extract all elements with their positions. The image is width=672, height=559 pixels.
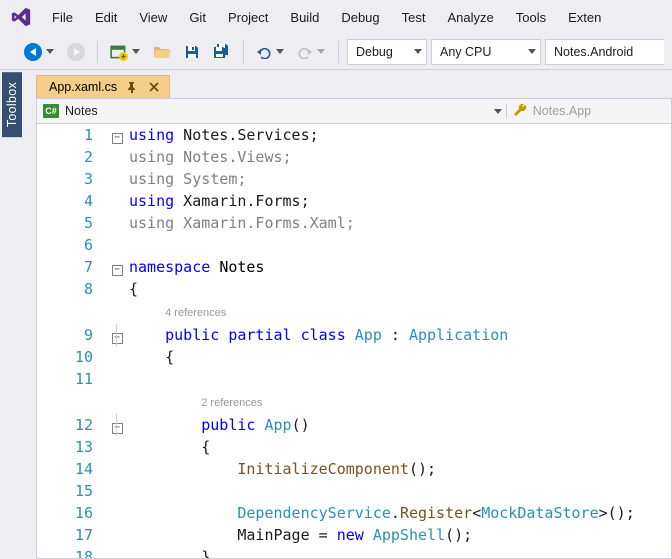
fold-gutter[interactable]: − [109, 124, 125, 146]
code-line[interactable]: DependencyService.Register<MockDataStore… [125, 502, 671, 524]
save-all-button[interactable] [209, 39, 235, 65]
code-line[interactable]: using Notes.Services; [125, 124, 671, 146]
platform-dropdown[interactable]: Any CPU [431, 39, 541, 65]
toolbar-separator [243, 41, 244, 63]
document-tab-strip: App.xaml.cs [36, 72, 672, 98]
menu-bar: FileEditViewGitProjectBuildDebugTestAnal… [0, 0, 672, 34]
code-line[interactable]: public App() [125, 414, 671, 436]
close-icon[interactable] [147, 80, 161, 94]
nav-member-dropdown[interactable]: Notes.App [507, 103, 671, 120]
csharp-badge-icon: C# [43, 104, 59, 118]
fold-toggle-icon[interactable]: − [112, 265, 123, 276]
code-line[interactable]: { [125, 278, 671, 300]
save-button[interactable] [179, 39, 205, 65]
code-line[interactable]: using Notes.Views; [125, 146, 671, 168]
toolbar-separator [97, 41, 98, 63]
fold-toggle-icon[interactable]: − [112, 333, 123, 344]
line-number: 17 [37, 524, 109, 546]
line-number: 5 [37, 212, 109, 234]
line-number: 4 [37, 190, 109, 212]
tab-filename: App.xaml.cs [49, 80, 117, 94]
line-number: 3 [37, 168, 109, 190]
line-number: 11 [37, 368, 109, 390]
line-number: 6 [37, 234, 109, 256]
line-number: 10 [37, 346, 109, 368]
menu-item-test[interactable]: Test [392, 6, 436, 29]
code-line[interactable]: 4 references [125, 300, 671, 324]
vs-logo-icon [8, 4, 34, 30]
menu-item-build[interactable]: Build [280, 6, 329, 29]
line-number: 7 [37, 256, 109, 278]
nav-scope-dropdown[interactable]: C# Notes [37, 104, 507, 118]
toolbar: Debug Any CPU Notes.Android [0, 34, 672, 70]
menu-item-exten[interactable]: Exten [558, 6, 611, 29]
pin-icon[interactable] [125, 80, 139, 94]
code-line[interactable]: 2 references [125, 390, 671, 414]
line-number: 12 [37, 414, 109, 436]
code-line[interactable]: using System; [125, 168, 671, 190]
line-number: 18 [37, 546, 109, 559]
menu-item-git[interactable]: Git [179, 6, 216, 29]
line-number: 13 [37, 436, 109, 458]
line-number: 8 [37, 278, 109, 300]
code-editor[interactable]: 1−using Notes.Services;2using Notes.View… [36, 124, 672, 559]
line-number: 2 [37, 146, 109, 168]
configuration-dropdown[interactable]: Debug [347, 39, 427, 65]
code-line[interactable]: InitializeComponent(); [125, 458, 671, 480]
fold-toggle-icon[interactable]: − [112, 133, 123, 144]
code-line[interactable]: public partial class App : Application [125, 324, 671, 346]
toolbox-tab[interactable]: Toolbox [2, 72, 22, 137]
fold-gutter[interactable]: − [109, 414, 125, 436]
line-number: 9 [37, 324, 109, 346]
code-line[interactable]: namespace Notes [125, 256, 671, 278]
undo-button[interactable] [252, 39, 289, 65]
open-file-button[interactable] [149, 39, 175, 65]
fold-gutter[interactable]: − [109, 256, 125, 278]
code-line[interactable]: } [125, 546, 671, 559]
fold-gutter[interactable]: − [109, 324, 125, 346]
nav-member-label: Notes.App [533, 104, 591, 118]
nav-forward-button[interactable] [63, 39, 89, 65]
menu-item-analyze[interactable]: Analyze [437, 6, 503, 29]
redo-button[interactable] [293, 39, 330, 65]
menu-item-view[interactable]: View [129, 6, 177, 29]
toolbar-separator [338, 41, 339, 63]
line-number: 14 [37, 458, 109, 480]
document-tab[interactable]: App.xaml.cs [36, 75, 170, 98]
wrench-icon [513, 103, 527, 120]
startup-project-dropdown[interactable]: Notes.Android [545, 39, 664, 65]
code-line[interactable]: using Xamarin.Forms.Xaml; [125, 212, 671, 234]
toolbox-rail: Toolbox [0, 70, 24, 559]
fold-toggle-icon[interactable]: − [112, 423, 123, 434]
nav-back-button[interactable] [20, 39, 59, 65]
new-project-button[interactable] [106, 39, 145, 65]
menu-item-edit[interactable]: Edit [85, 6, 127, 29]
line-number: 16 [37, 502, 109, 524]
line-number: 15 [37, 480, 109, 502]
nav-scope-label: Notes [65, 104, 98, 118]
code-line[interactable]: { [125, 436, 671, 458]
menu-item-file[interactable]: File [42, 6, 83, 29]
code-line[interactable]: using Xamarin.Forms; [125, 190, 671, 212]
menu-item-tools[interactable]: Tools [506, 6, 556, 29]
code-line[interactable]: { [125, 346, 671, 368]
menu-item-project[interactable]: Project [218, 6, 278, 29]
line-number: 1 [37, 124, 109, 146]
menu-item-debug[interactable]: Debug [331, 6, 389, 29]
navigation-bar: C# Notes Notes.App [36, 98, 672, 124]
code-line[interactable]: MainPage = new AppShell(); [125, 524, 671, 546]
